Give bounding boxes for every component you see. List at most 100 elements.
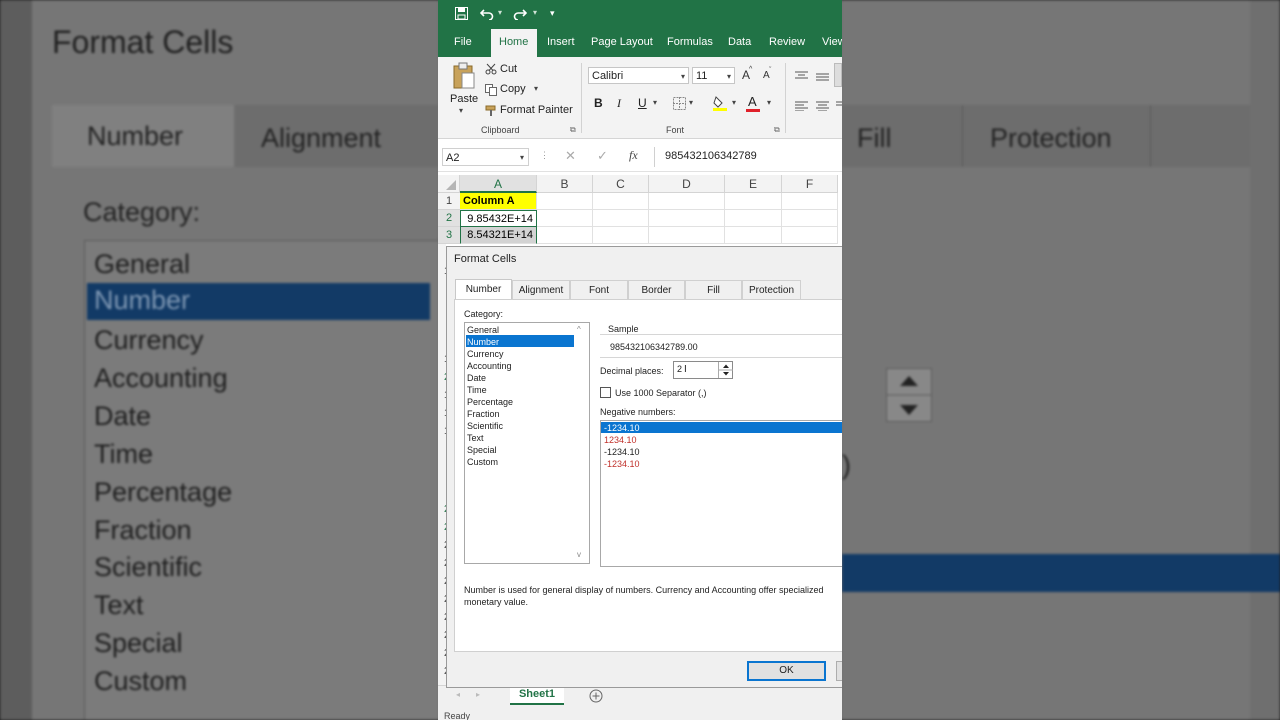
category-item[interactable]: General xyxy=(467,325,499,335)
format-painter-button[interactable]: Format Painter xyxy=(500,104,573,116)
cancel-button[interactable] xyxy=(836,661,842,681)
borders-dropdown-icon[interactable]: ▾ xyxy=(689,98,693,107)
italic-button[interactable]: I xyxy=(617,96,621,111)
redo-icon[interactable] xyxy=(513,7,528,25)
underline-dropdown-icon[interactable]: ▾ xyxy=(653,98,657,107)
scroll-down-icon[interactable]: v xyxy=(577,550,581,559)
cell-a1[interactable]: Column A xyxy=(460,193,537,210)
scroll-left-icon[interactable]: ◂ xyxy=(456,690,460,699)
cut-icon[interactable] xyxy=(485,62,497,80)
add-sheet-icon[interactable] xyxy=(589,689,603,708)
cell[interactable] xyxy=(537,193,593,210)
tab-border[interactable]: Border xyxy=(628,280,685,299)
sheet-tab-sheet1[interactable]: Sheet1 xyxy=(510,685,564,705)
tab-page-layout[interactable]: Page Layout xyxy=(591,36,653,48)
cell[interactable] xyxy=(649,210,725,227)
cell[interactable] xyxy=(537,210,593,227)
column-header-a[interactable]: A xyxy=(460,175,537,193)
cell[interactable] xyxy=(782,210,838,227)
scroll-up-icon[interactable]: ^ xyxy=(577,325,581,334)
font-color-dropdown-icon[interactable]: ▾ xyxy=(767,98,771,107)
tab-insert[interactable]: Insert xyxy=(547,36,575,48)
cell[interactable] xyxy=(782,193,838,210)
copy-icon[interactable] xyxy=(485,83,497,101)
decimal-places-value[interactable]: 2 xyxy=(677,364,682,374)
tab-protection[interactable]: Protection xyxy=(742,280,801,299)
cell[interactable] xyxy=(725,193,782,210)
row-header[interactable]: 3 xyxy=(438,227,460,244)
cell[interactable] xyxy=(593,193,649,210)
negative-option[interactable]: -1234.10 xyxy=(604,459,640,469)
category-item[interactable]: Scientific xyxy=(467,421,503,431)
cell-a2[interactable]: 9.85432E+14 xyxy=(460,210,537,227)
font-name-combo[interactable]: Calibri ▾ xyxy=(588,67,689,84)
category-item[interactable]: Special xyxy=(467,445,497,455)
insert-function-button[interactable]: fx xyxy=(629,148,638,163)
category-item[interactable]: Percentage xyxy=(467,397,513,407)
undo-dropdown-icon[interactable]: ▾ xyxy=(498,8,502,17)
category-item[interactable]: Accounting xyxy=(467,361,512,371)
negative-option[interactable]: 1234.10 xyxy=(604,435,637,445)
fill-color-dropdown-icon[interactable]: ▾ xyxy=(732,98,736,107)
category-item-selected[interactable]: Number xyxy=(467,337,499,347)
cell[interactable] xyxy=(537,227,593,244)
font-color-icon[interactable]: A xyxy=(748,94,757,109)
row-header[interactable]: 2 xyxy=(438,210,460,227)
category-item[interactable]: Custom xyxy=(467,457,498,467)
align-center-icon[interactable] xyxy=(816,98,829,116)
copy-button[interactable]: Copy xyxy=(500,83,526,95)
tab-view[interactable]: View xyxy=(822,36,842,48)
underline-button[interactable]: U xyxy=(638,96,647,110)
cancel-icon[interactable]: ✕ xyxy=(565,148,576,164)
cut-button[interactable]: Cut xyxy=(500,63,517,75)
format-painter-icon[interactable] xyxy=(485,104,497,122)
paste-dropdown-icon[interactable]: ▾ xyxy=(459,106,463,115)
tab-font[interactable]: Font xyxy=(570,280,628,299)
font-launcher-icon[interactable]: ⧉ xyxy=(774,125,780,135)
borders-icon[interactable] xyxy=(673,97,686,115)
paste-button[interactable]: Paste xyxy=(450,93,478,105)
tab-fill[interactable]: Fill xyxy=(685,280,742,299)
tab-formulas[interactable]: Formulas xyxy=(667,36,713,48)
row-header[interactable]: 1 xyxy=(438,193,460,210)
negative-option[interactable]: -1234.10 xyxy=(604,423,640,433)
category-item[interactable]: Date xyxy=(467,373,486,383)
column-header-f[interactable]: F xyxy=(782,175,838,193)
clipboard-launcher-icon[interactable]: ⧉ xyxy=(570,125,576,135)
align-left-icon[interactable] xyxy=(795,98,808,116)
name-box[interactable]: A2 ▾ xyxy=(442,148,529,166)
redo-dropdown-icon[interactable]: ▾ xyxy=(533,8,537,17)
align-middle-icon[interactable] xyxy=(816,70,829,88)
cell[interactable] xyxy=(593,227,649,244)
cell-a3[interactable]: 8.54321E+14 xyxy=(460,227,537,244)
customize-qat-icon[interactable]: ▾ xyxy=(550,8,555,19)
scroll-right-icon[interactable]: ▸ xyxy=(476,690,480,699)
category-item[interactable]: Text xyxy=(467,433,484,443)
negative-option[interactable]: -1234.10 xyxy=(604,447,640,457)
column-header-e[interactable]: E xyxy=(725,175,782,193)
category-item[interactable]: Time xyxy=(467,385,487,395)
font-size-combo[interactable]: 11 ▾ xyxy=(692,67,735,84)
enter-icon[interactable]: ✓ xyxy=(597,148,608,164)
copy-dropdown-icon[interactable]: ▾ xyxy=(534,84,538,93)
column-header-c[interactable]: C xyxy=(593,175,649,193)
column-header-d[interactable]: D xyxy=(649,175,725,193)
use-1000-separator-checkbox[interactable] xyxy=(600,387,611,398)
align-right-icon[interactable] xyxy=(836,98,842,116)
tab-alignment[interactable]: Alignment xyxy=(512,280,570,299)
decimal-places-spinner[interactable]: 2 I xyxy=(673,361,733,379)
save-icon[interactable] xyxy=(455,7,468,25)
undo-icon[interactable] xyxy=(479,7,494,25)
category-item[interactable]: Currency xyxy=(467,349,504,359)
cell[interactable] xyxy=(649,227,725,244)
column-header-b[interactable]: B xyxy=(537,175,593,193)
ok-button[interactable]: OK xyxy=(747,661,826,681)
select-all-corner[interactable] xyxy=(438,175,460,193)
tab-home[interactable]: Home xyxy=(499,36,528,48)
fill-color-icon[interactable] xyxy=(713,95,727,116)
cell[interactable] xyxy=(725,210,782,227)
align-bottom-button[interactable] xyxy=(834,63,842,87)
category-item[interactable]: Fraction xyxy=(467,409,500,419)
cell[interactable] xyxy=(593,210,649,227)
paste-icon[interactable] xyxy=(452,62,476,95)
